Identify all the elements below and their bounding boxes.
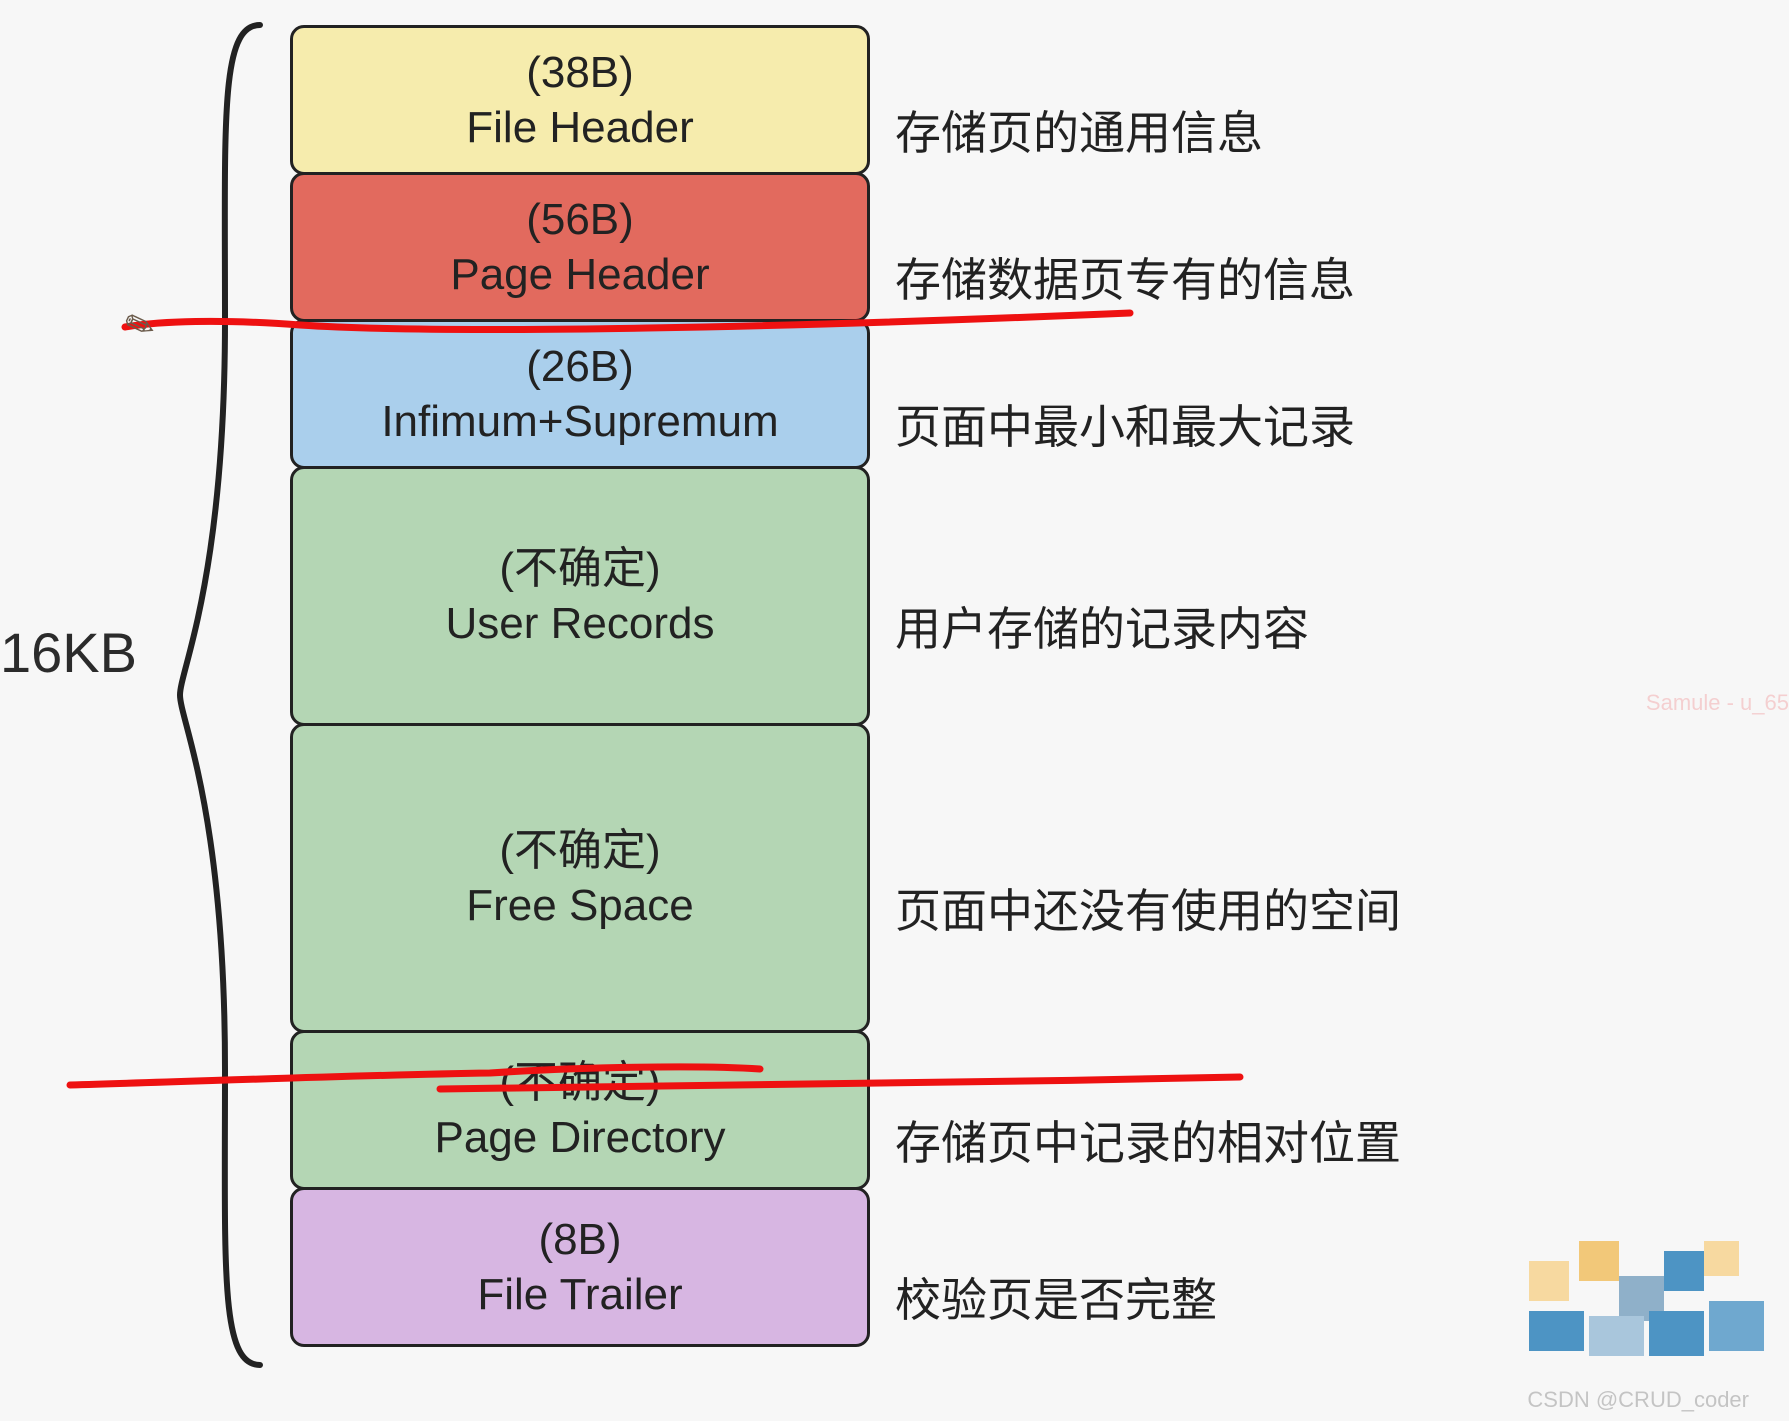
block-size: (不确定) bbox=[499, 823, 660, 878]
block-name: Infimum+Supremum bbox=[381, 394, 778, 449]
block-size: (不确定) bbox=[499, 1055, 660, 1110]
watermark-right: Samule - u_65 bbox=[1646, 690, 1789, 716]
block-size: (38B) bbox=[526, 45, 634, 100]
block-size: (8B) bbox=[538, 1212, 621, 1267]
brace-icon bbox=[170, 20, 280, 1370]
block-size: (不确定) bbox=[499, 541, 660, 596]
desc-free-space: 页面中还没有使用的空间 bbox=[895, 875, 1401, 941]
desc-file-trailer: 校验页是否完整 bbox=[895, 1264, 1217, 1330]
block-name: User Records bbox=[446, 596, 715, 651]
block-page-directory: (不确定) Page Directory bbox=[290, 1030, 870, 1190]
block-user-records: (不确定) User Records bbox=[290, 466, 870, 726]
desc-page-header: 存储数据页专有的信息 bbox=[895, 244, 1355, 310]
desc-page-directory: 存储页中记录的相对位置 bbox=[895, 1107, 1401, 1173]
block-size: (56B) bbox=[526, 192, 634, 247]
block-page-header: (56B) Page Header bbox=[290, 172, 870, 322]
watermark-bottom: CSDN @CRUD_coder bbox=[1527, 1387, 1749, 1413]
block-file-header: (38B) File Header bbox=[290, 25, 870, 175]
block-infimum-supremum: (26B) Infimum+Supremum bbox=[290, 319, 870, 469]
pixel-decoration-icon bbox=[1489, 1181, 1789, 1381]
block-file-trailer: (8B) File Trailer bbox=[290, 1187, 870, 1347]
block-name: File Trailer bbox=[477, 1267, 682, 1322]
block-size: (26B) bbox=[526, 339, 634, 394]
block-name: Page Header bbox=[450, 247, 709, 302]
block-name: Free Space bbox=[466, 878, 693, 933]
total-size-label: 16KB bbox=[0, 620, 137, 685]
diagram-canvas: 16KB (38B) File Header (56B) Page Header… bbox=[0, 0, 1789, 1421]
block-name: Page Directory bbox=[434, 1110, 725, 1165]
desc-file-header: 存储页的通用信息 bbox=[895, 97, 1263, 163]
page-structure-stack: (38B) File Header (56B) Page Header (26B… bbox=[290, 25, 870, 1347]
desc-infimum: 页面中最小和最大记录 bbox=[895, 391, 1355, 457]
desc-user-records: 用户存储的记录内容 bbox=[895, 593, 1309, 659]
block-free-space: (不确定) Free Space bbox=[290, 723, 870, 1033]
block-name: File Header bbox=[466, 100, 693, 155]
pen-icon: ✎ bbox=[119, 301, 162, 351]
